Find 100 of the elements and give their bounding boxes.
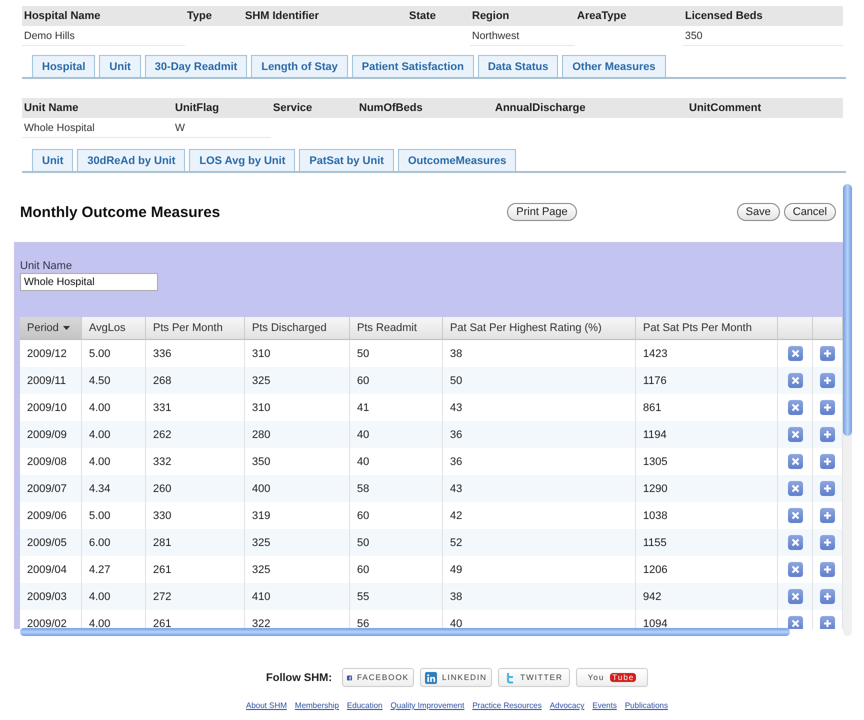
close-icon	[790, 619, 800, 628]
table-cell: 4.00	[82, 421, 146, 448]
column-header[interactable]: Period	[20, 317, 82, 340]
tab[interactable]: Unit	[99, 55, 141, 77]
delete-button[interactable]	[788, 508, 802, 523]
tab[interactable]: OutcomeMeasures	[398, 149, 516, 171]
tab[interactable]: LOS Avg by Unit	[189, 149, 296, 171]
table-cell: 260	[146, 475, 245, 502]
delete-button[interactable]	[788, 346, 802, 361]
column-header: UnitFlag	[173, 98, 271, 118]
table-cell: 4.00	[82, 583, 146, 610]
table-cell: 55	[350, 583, 443, 610]
column-header: Unit Name	[22, 98, 173, 118]
table-cell: 2009/11	[20, 367, 82, 394]
footer-link[interactable]: Education	[346, 701, 383, 710]
footer-link[interactable]: Publications	[624, 701, 668, 710]
tab[interactable]: Length of Stay	[251, 55, 348, 77]
plus-icon	[823, 457, 832, 466]
column-header[interactable]: Pat Sat Pts Per Month	[636, 317, 778, 340]
save-button[interactable]: Save	[736, 203, 780, 221]
youtube-button[interactable]: You Tube	[576, 668, 648, 687]
delete-button[interactable]	[788, 373, 802, 388]
add-button[interactable]	[820, 454, 835, 469]
delete-button[interactable]	[788, 562, 802, 577]
delete-button[interactable]	[788, 481, 802, 496]
table-cell: 6.00	[82, 529, 146, 556]
plus-icon	[823, 376, 832, 385]
add-button[interactable]	[820, 535, 835, 550]
table-cell: 2009/05	[20, 529, 82, 556]
twitter-button[interactable]: TWITTER	[498, 668, 570, 687]
tab[interactable]: 30-Day Readmit	[144, 55, 248, 77]
footer-link[interactable]: Practice Resources	[472, 701, 542, 710]
horizontal-scrollbar[interactable]	[20, 628, 790, 636]
column-header	[778, 317, 813, 340]
delete-button[interactable]	[788, 454, 802, 469]
add-button[interactable]	[820, 427, 835, 442]
vertical-scrollbar[interactable]	[843, 184, 852, 636]
footer-link[interactable]: Events	[592, 701, 617, 710]
column-header: AreaType	[575, 6, 683, 26]
plus-icon	[823, 592, 832, 601]
cancel-button[interactable]: Cancel	[784, 203, 836, 221]
column-header[interactable]: Pts Discharged	[245, 317, 350, 340]
plus-icon	[823, 619, 832, 628]
table-cell: Demo Hills	[22, 26, 185, 46]
tab[interactable]: Hospital	[32, 55, 96, 77]
add-button[interactable]	[820, 373, 835, 388]
column-header: Region	[470, 6, 575, 26]
close-icon	[790, 484, 800, 493]
close-icon	[790, 349, 800, 358]
add-button[interactable]	[820, 508, 835, 523]
column-header[interactable]: Pts Per Month	[146, 317, 245, 340]
add-button[interactable]	[820, 616, 835, 629]
column-header: Hospital Name	[22, 6, 185, 26]
linkedin-button[interactable]: LINKEDIN	[420, 668, 492, 687]
table-cell: 52	[443, 529, 636, 556]
add-button[interactable]	[820, 400, 835, 415]
footer-link[interactable]: Quality Improvement	[390, 701, 464, 710]
follow-label: Follow SHM:	[266, 672, 332, 684]
delete-button[interactable]	[788, 589, 802, 604]
tab[interactable]: 30dReAd by Unit	[77, 149, 186, 171]
table-cell: 272	[146, 583, 245, 610]
plus-icon	[823, 349, 832, 358]
close-icon	[790, 565, 800, 574]
footer-link[interactable]: Advocacy	[550, 701, 584, 710]
add-button[interactable]	[820, 481, 835, 496]
tab[interactable]: Patient Satisfaction	[352, 55, 474, 77]
add-button[interactable]	[820, 346, 835, 361]
plus-icon	[823, 565, 832, 574]
column-header[interactable]: AvgLos	[82, 317, 146, 340]
tab[interactable]: Other Measures	[562, 55, 666, 77]
footer-link[interactable]: Membership	[294, 701, 339, 710]
table-cell: 2009/07	[20, 475, 82, 502]
footer-link[interactable]: About SHM	[246, 701, 287, 710]
field-label: Unit Name	[20, 260, 73, 272]
delete-button[interactable]	[788, 400, 802, 415]
table-cell: 268	[146, 367, 245, 394]
column-header[interactable]: Pat Sat Per Highest Rating (%)	[443, 317, 636, 340]
tab[interactable]: Data Status	[478, 55, 558, 77]
table-cell: 325	[245, 367, 350, 394]
table-cell: 262	[146, 421, 245, 448]
unit-name-field[interactable]: Whole Hospital	[20, 273, 158, 291]
table-cell: 50	[350, 529, 443, 556]
facebook-button[interactable]: FACEBOOK	[342, 668, 414, 687]
close-icon	[790, 592, 800, 601]
close-icon	[790, 511, 800, 520]
table-cell: 410	[245, 583, 350, 610]
column-header: SHM Identifier	[243, 6, 407, 26]
table-cell: 2009/09	[20, 421, 82, 448]
delete-button[interactable]	[788, 616, 802, 629]
tab[interactable]: PatSat by Unit	[299, 149, 394, 171]
tab[interactable]: Unit	[32, 149, 74, 171]
print-button[interactable]: Print Page	[507, 203, 577, 221]
delete-button[interactable]	[788, 427, 802, 442]
add-button[interactable]	[820, 589, 835, 604]
delete-button[interactable]	[788, 535, 802, 550]
add-button[interactable]	[820, 562, 835, 577]
plus-icon	[823, 511, 832, 520]
table-cell: 281	[146, 529, 245, 556]
table-cell: Whole Hospital	[22, 118, 173, 138]
column-header[interactable]: Pts Readmit	[350, 317, 443, 340]
